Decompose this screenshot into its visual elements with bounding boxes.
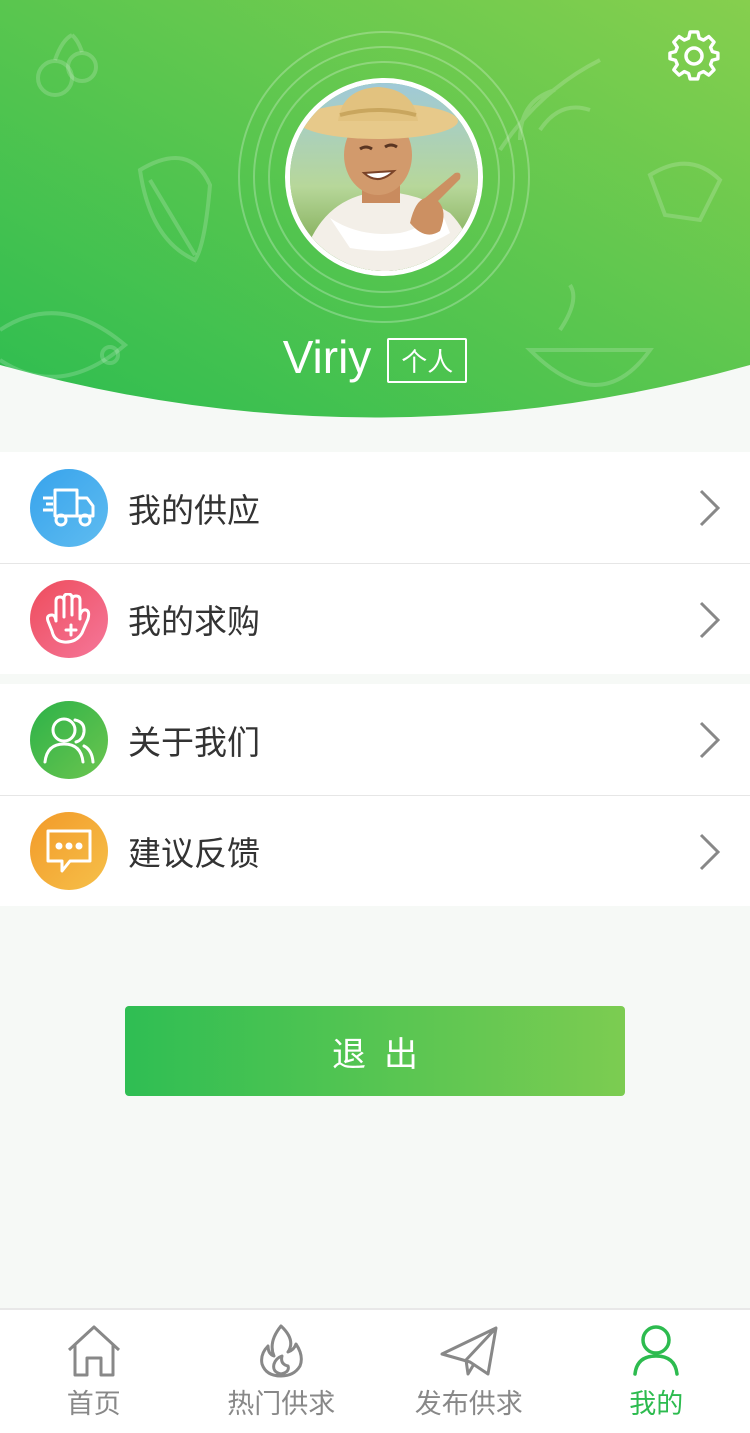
gear-icon	[668, 30, 720, 81]
truck-icon	[30, 468, 108, 547]
bottom-tab-bar: 首页 热门供求 发布供求 我的	[0, 1308, 750, 1433]
menu-item-label: 我的求购	[128, 602, 260, 641]
menu-item-about-us[interactable]: 关于我们	[0, 684, 750, 795]
menu-group-orders: 我的供应 我的求购	[0, 452, 750, 674]
chevron-right-icon	[699, 833, 721, 871]
logout-button[interactable]: 退出	[125, 1006, 625, 1096]
menu-item-label: 我的供应	[128, 490, 260, 530]
flame-icon	[260, 1324, 304, 1378]
chevron-right-icon	[699, 489, 721, 527]
avatar-image	[290, 83, 478, 271]
chat-icon	[30, 812, 108, 890]
person-icon	[633, 1325, 679, 1376]
tab-label: 发布供求	[414, 1389, 523, 1420]
users-icon	[30, 700, 108, 779]
tab-label: 首页	[66, 1389, 121, 1420]
hand-icon	[30, 580, 108, 658]
menu-group-info: 关于我们 建议反馈	[0, 684, 750, 906]
menu-item-label: 关于我们	[128, 722, 260, 762]
profile-header: Viriy 个人	[0, 0, 750, 450]
tab-label: 我的	[629, 1389, 684, 1420]
user-info: Viriy 个人	[0, 330, 750, 384]
home-icon	[67, 1325, 120, 1377]
settings-button[interactable]	[668, 30, 720, 82]
menu-item-label: 建议反馈	[128, 834, 260, 873]
account-type-badge: 个人	[387, 337, 468, 383]
username: Viriy	[282, 331, 372, 383]
tab-mine[interactable]: 我的	[563, 1310, 750, 1433]
tab-publish[interactable]: 发布供求	[375, 1310, 563, 1433]
menu-item-feedback[interactable]: 建议反馈	[0, 795, 750, 906]
tab-hot[interactable]: 热门供求	[188, 1310, 376, 1433]
tab-home[interactable]: 首页	[0, 1310, 188, 1433]
menu-item-my-purchase[interactable]: 我的求购	[0, 563, 750, 674]
chevron-right-icon	[699, 601, 721, 639]
chevron-right-icon	[699, 721, 721, 759]
tab-label: 热门供求	[227, 1389, 336, 1420]
avatar[interactable]	[285, 78, 483, 276]
menu-item-my-supply[interactable]: 我的供应	[0, 452, 750, 563]
paper-plane-icon	[440, 1326, 498, 1376]
